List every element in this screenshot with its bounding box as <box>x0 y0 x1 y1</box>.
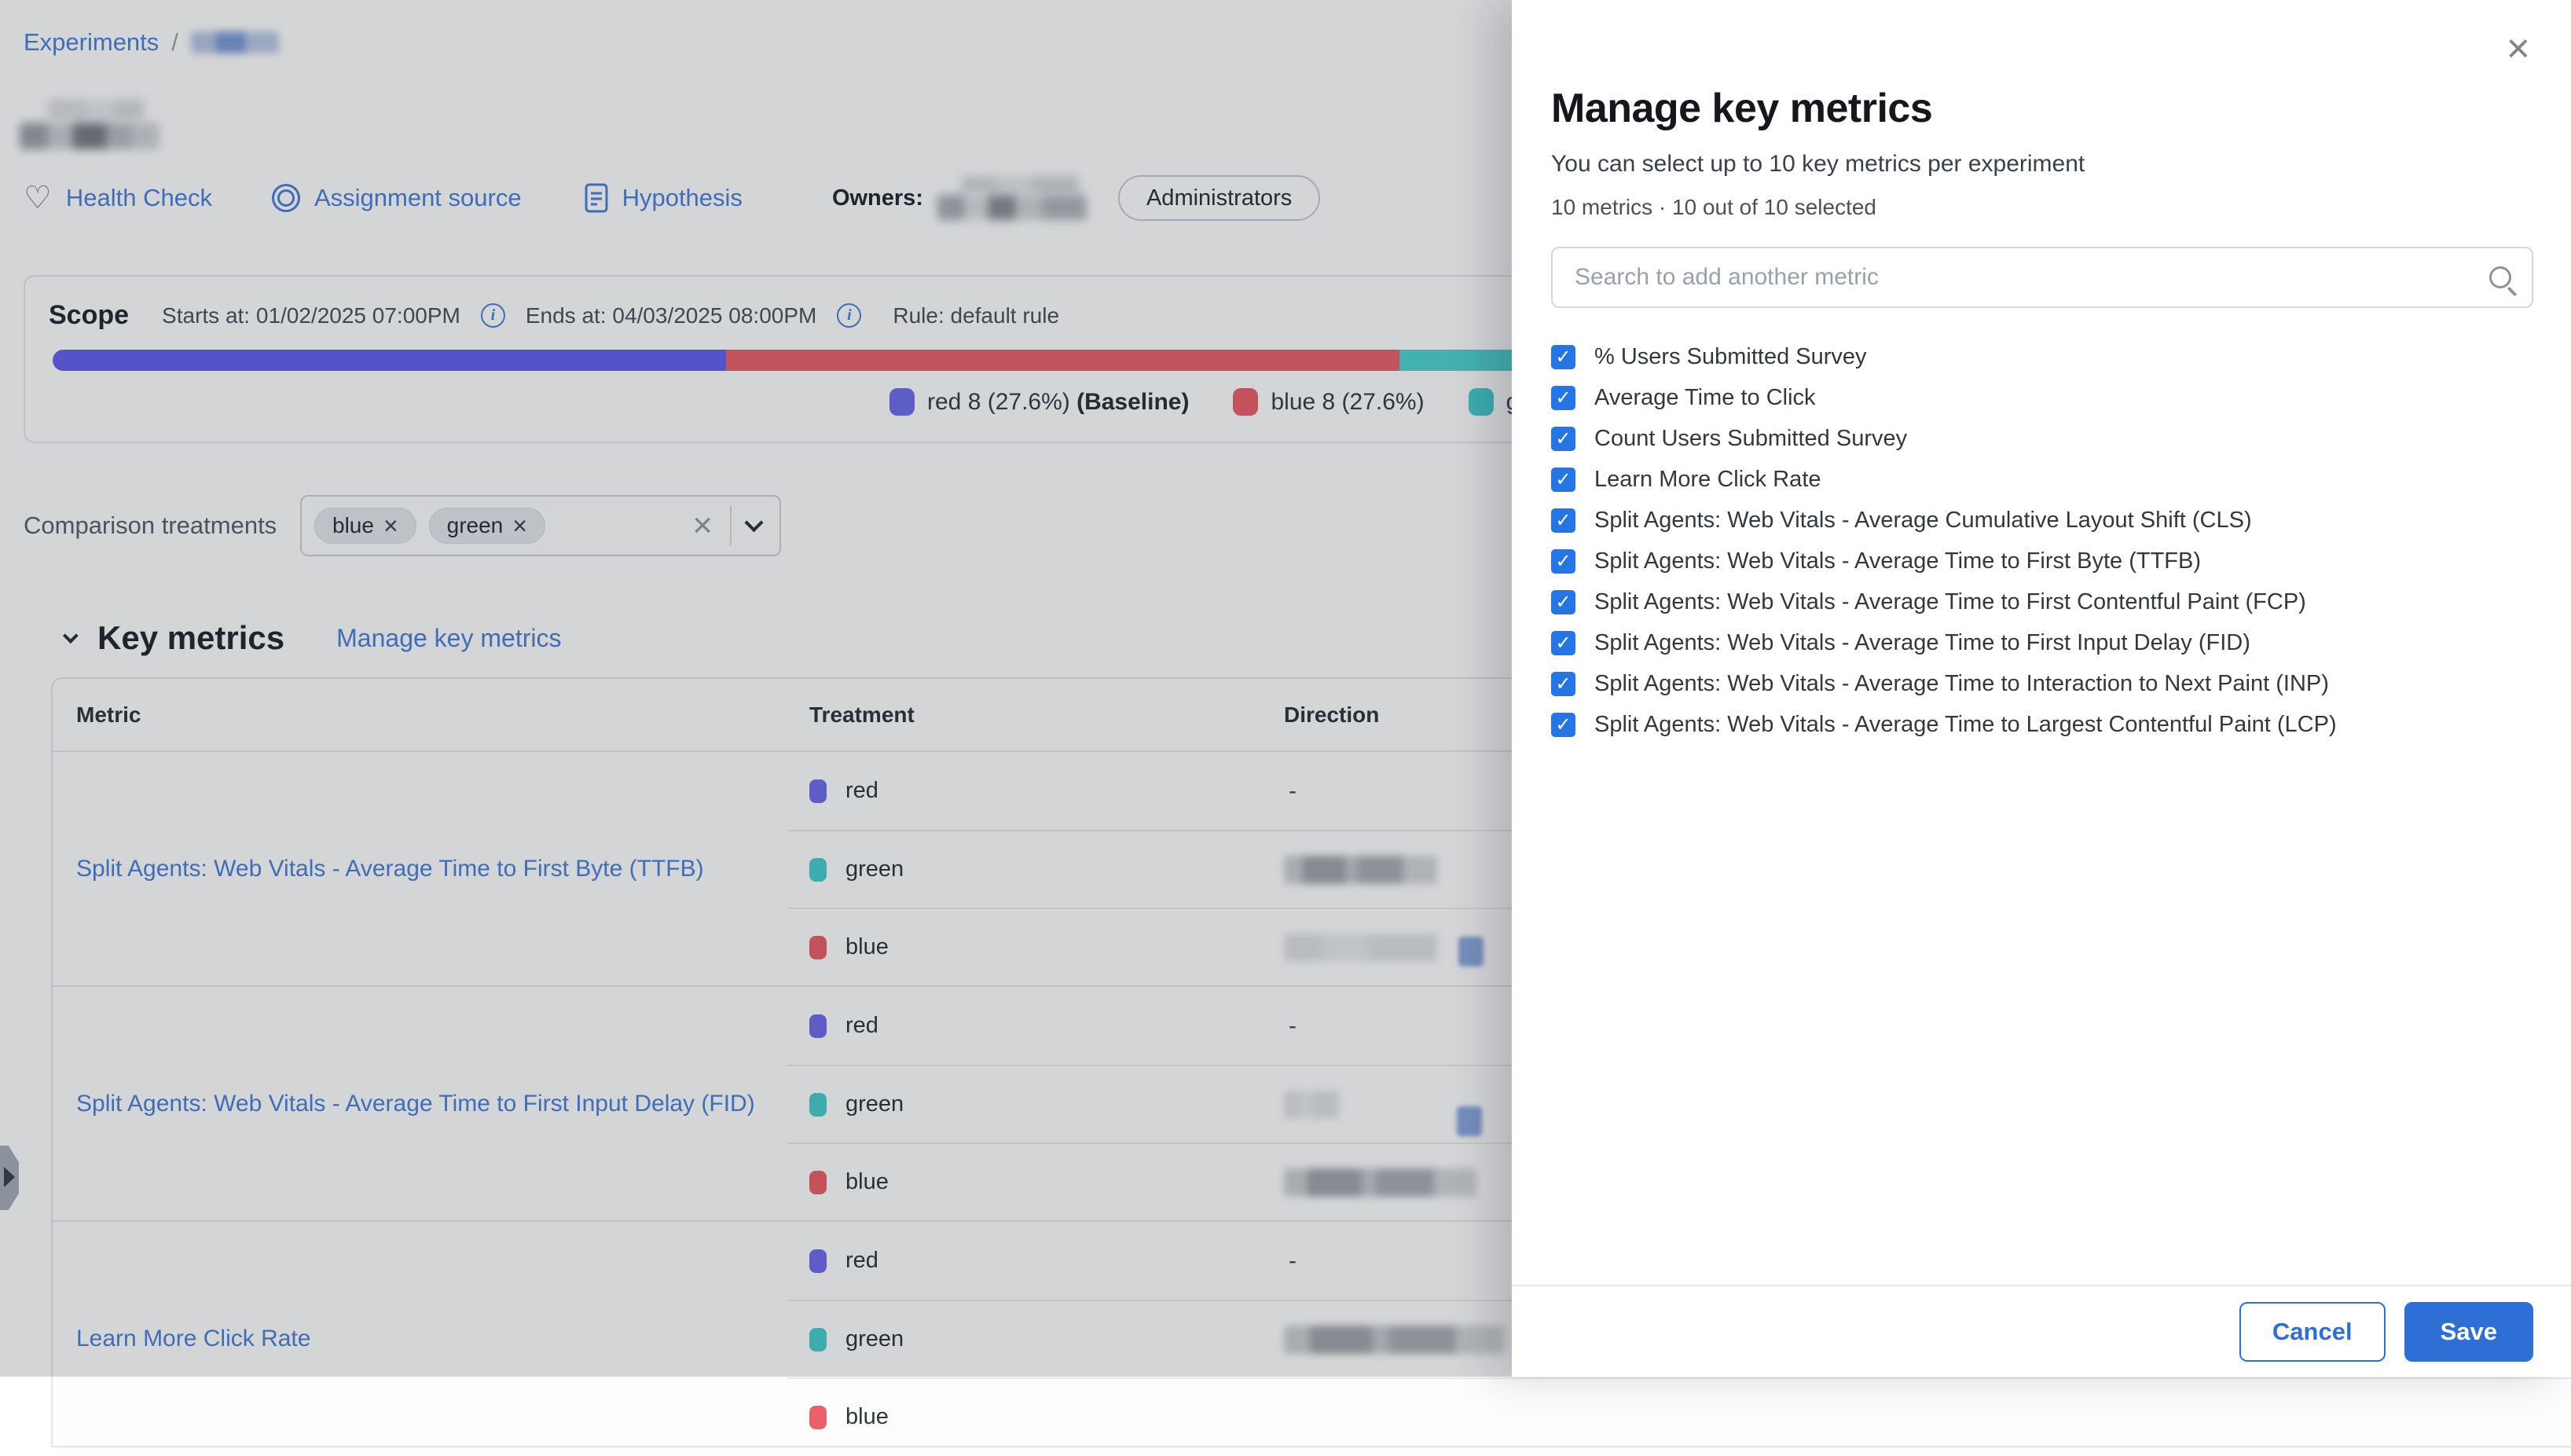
metric-checkbox-label: Average Time to Click <box>1594 385 1816 411</box>
metric-checkbox-row[interactable]: ✓ Split Agents: Web Vitals - Average Time… <box>1551 541 2533 581</box>
metric-checkbox-label: Split Agents: Web Vitals - Average Time … <box>1594 671 2329 697</box>
metric-checkbox-row[interactable]: ✓ Split Agents: Web Vitals - Average Time… <box>1551 704 2533 745</box>
metric-checkbox-row[interactable]: ✓ Split Agents: Web Vitals - Average Time… <box>1551 581 2533 622</box>
manage-key-metrics-panel: × Manage key metrics You can select up t… <box>1512 0 2571 1377</box>
checkbox-checked-icon[interactable]: ✓ <box>1551 508 1575 533</box>
checkbox-checked-icon[interactable]: ✓ <box>1551 468 1575 492</box>
panel-subtitle: You can select up to 10 key metrics per … <box>1551 151 2533 178</box>
checkbox-checked-icon[interactable]: ✓ <box>1551 713 1575 737</box>
checkbox-checked-icon[interactable]: ✓ <box>1551 345 1575 369</box>
metric-checkbox-label: Split Agents: Web Vitals - Average Cumul… <box>1594 508 2252 534</box>
checkbox-checked-icon[interactable]: ✓ <box>1551 631 1575 655</box>
checkbox-checked-icon[interactable]: ✓ <box>1551 427 1575 451</box>
metric-checkbox-label: Split Agents: Web Vitals - Average Time … <box>1594 548 2201 574</box>
treatment-row: blue <box>787 1377 2571 1455</box>
metric-search-input[interactable] <box>1575 264 2489 291</box>
metric-checkbox-row[interactable]: ✓ Learn More Click Rate <box>1551 459 2533 500</box>
metric-checkbox-label: Split Agents: Web Vitals - Average Time … <box>1594 589 2306 615</box>
checkbox-checked-icon[interactable]: ✓ <box>1551 672 1575 696</box>
metric-checkbox-label: % Users Submitted Survey <box>1594 344 1867 370</box>
panel-footer: Cancel Save <box>1512 1285 2571 1377</box>
metric-checkbox-row[interactable]: ✓ Split Agents: Web Vitals - Average Time… <box>1551 663 2533 704</box>
checkbox-checked-icon[interactable]: ✓ <box>1551 549 1575 574</box>
direction-value <box>1284 1378 1535 1456</box>
metric-checkbox-label: Split Agents: Web Vitals - Average Time … <box>1594 712 2337 738</box>
treatment-label: blue <box>845 1404 889 1430</box>
cancel-button[interactable]: Cancel <box>2239 1302 2386 1362</box>
checkbox-checked-icon[interactable]: ✓ <box>1551 386 1575 410</box>
treatment-color-swatch <box>809 1406 827 1429</box>
metric-checkbox-label: Split Agents: Web Vitals - Average Time … <box>1594 630 2250 656</box>
metric-checkbox-row[interactable]: ✓ Count Users Submitted Survey <box>1551 418 2533 459</box>
search-icon[interactable] <box>2489 266 2511 288</box>
metric-checkbox-label: Learn More Click Rate <box>1594 467 1821 493</box>
treatment-cell: blue <box>787 1404 1282 1430</box>
metric-checkbox-row[interactable]: ✓ % Users Submitted Survey <box>1551 336 2533 377</box>
close-icon[interactable]: × <box>2507 28 2530 69</box>
save-button[interactable]: Save <box>2404 1302 2533 1362</box>
metric-checkbox-row[interactable]: ✓ Average Time to Click <box>1551 377 2533 418</box>
metric-checkbox-label: Count Users Submitted Survey <box>1594 426 1907 452</box>
direction-cell <box>1282 1378 2571 1456</box>
metric-search-box <box>1551 247 2533 308</box>
metric-checklist: ✓ % Users Submitted Survey ✓ Average Time t… <box>1551 336 2533 745</box>
checkbox-checked-icon[interactable]: ✓ <box>1551 590 1575 614</box>
panel-title: Manage key metrics <box>1551 85 2533 132</box>
metrics-count-status: 10 metrics · 10 out of 10 selected <box>1551 195 2533 220</box>
metric-checkbox-row[interactable]: ✓ Split Agents: Web Vitals - Average Time… <box>1551 622 2533 663</box>
metric-checkbox-row[interactable]: ✓ Split Agents: Web Vitals - Average Cumu… <box>1551 500 2533 541</box>
